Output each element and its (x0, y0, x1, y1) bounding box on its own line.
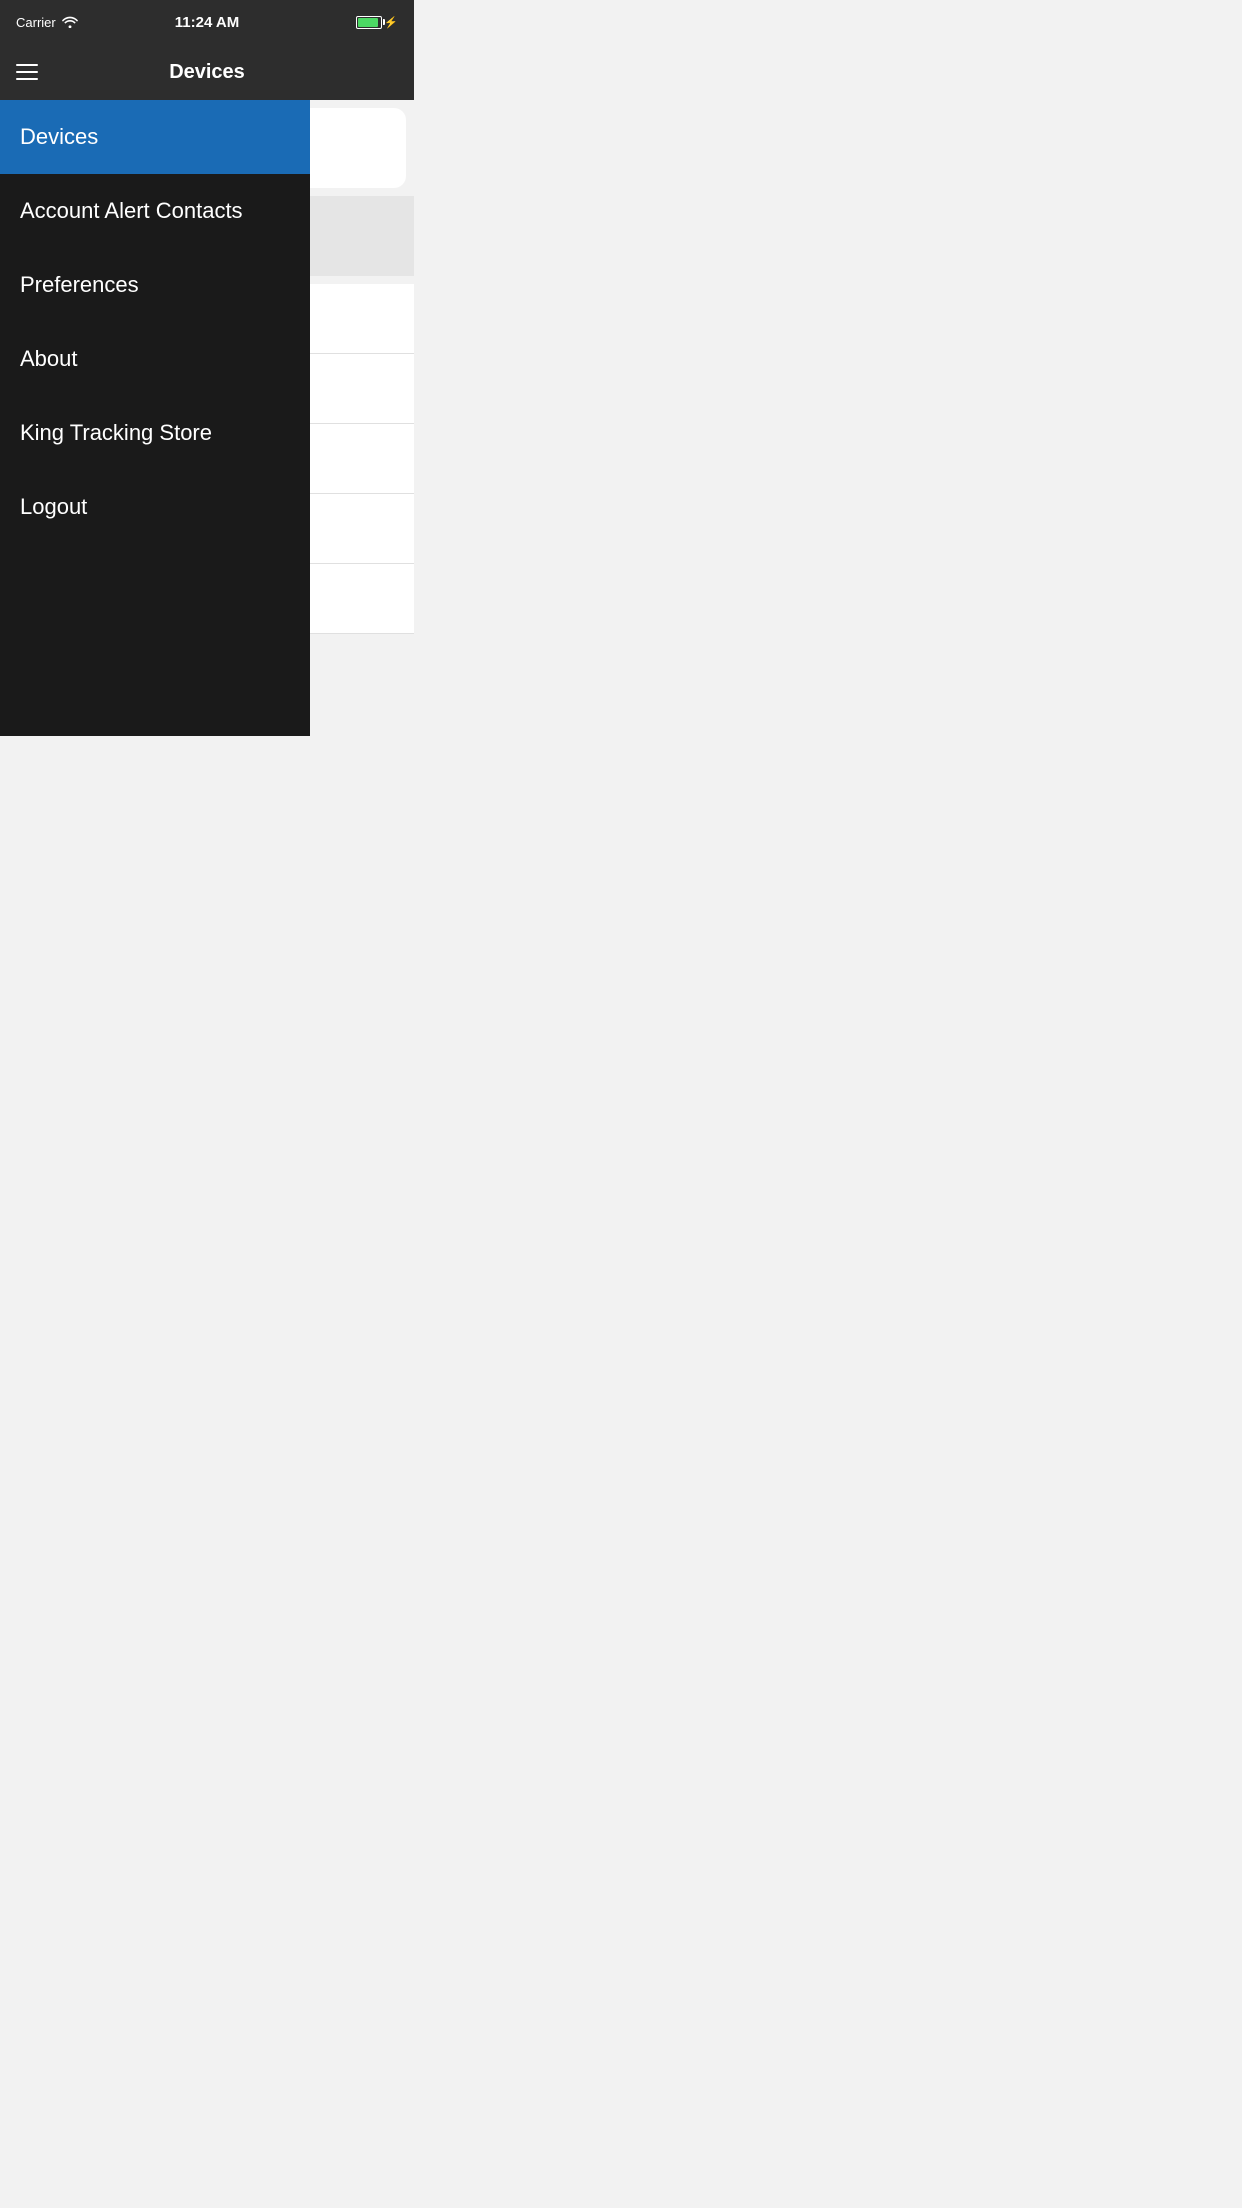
battery-fill (358, 18, 378, 27)
main-layout: Devices Account Alert Contacts Preferenc… (0, 100, 414, 736)
sidebar-item-label-king-tracking-store: King Tracking Store (20, 420, 212, 445)
status-bar: Carrier 11:24 AM ⚡ (0, 0, 414, 44)
sidebar-item-about[interactable]: About (0, 322, 310, 396)
sidebar-item-label-about: About (20, 346, 78, 371)
sidebar-item-account-alert-contacts[interactable]: Account Alert Contacts (0, 174, 310, 248)
wifi-icon (62, 16, 78, 28)
battery-icon (356, 16, 382, 29)
right-gray-area (310, 196, 414, 276)
right-top-card (310, 108, 406, 188)
sidebar-item-king-tracking-store[interactable]: King Tracking Store (0, 396, 310, 470)
sidebar-item-label-devices: Devices (20, 124, 98, 149)
right-row-1 (310, 284, 414, 354)
sidebar-item-label-preferences: Preferences (20, 272, 139, 297)
sidebar-item-label-logout: Logout (20, 494, 87, 519)
sidebar-item-logout[interactable]: Logout (0, 470, 310, 544)
hamburger-line-3 (16, 78, 38, 80)
sidebar-drawer: Devices Account Alert Contacts Preferenc… (0, 100, 310, 736)
hamburger-line-1 (16, 64, 38, 66)
sidebar-item-label-account-alert-contacts: Account Alert Contacts (20, 198, 243, 223)
bolt-icon: ⚡ (384, 16, 398, 29)
sidebar-item-preferences[interactable]: Preferences (0, 248, 310, 322)
hamburger-button[interactable] (8, 56, 46, 88)
status-left: Carrier (16, 15, 78, 30)
right-row-5 (310, 564, 414, 634)
carrier-label: Carrier (16, 15, 56, 30)
right-row-4 (310, 494, 414, 564)
sidebar-item-devices[interactable]: Devices (0, 100, 310, 174)
nav-title: Devices (169, 61, 245, 84)
status-right: ⚡ (356, 16, 398, 29)
right-panel (310, 100, 414, 736)
right-row-3 (310, 424, 414, 494)
right-row-2 (310, 354, 414, 424)
status-time: 11:24 AM (175, 14, 239, 31)
nav-header: Devices (0, 44, 414, 100)
hamburger-line-2 (16, 71, 38, 73)
battery-container: ⚡ (356, 16, 398, 29)
